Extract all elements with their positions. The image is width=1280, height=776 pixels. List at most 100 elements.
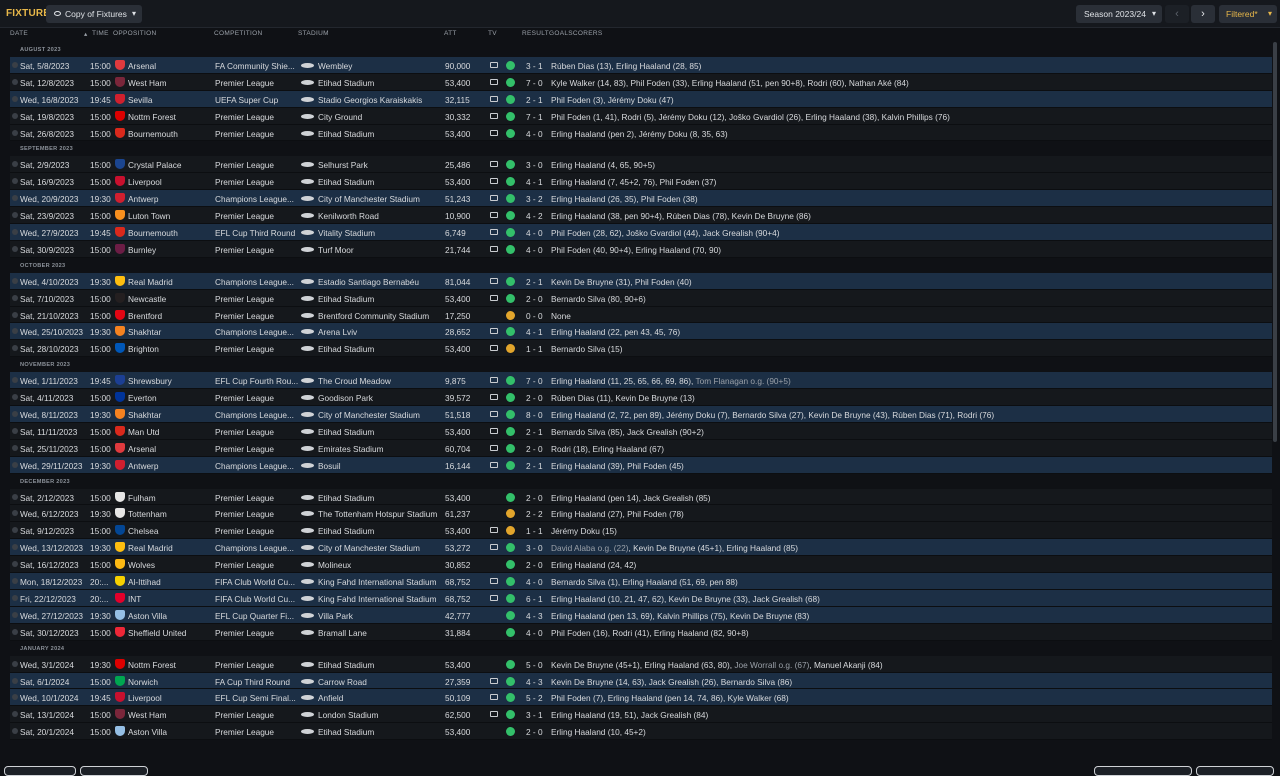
competition-link[interactable]: FIFA Club World Cu... xyxy=(215,594,301,604)
opposition-link[interactable]: Sheffield United xyxy=(128,628,214,638)
competition-link[interactable]: Champions League... xyxy=(215,194,301,204)
opposition-link[interactable]: Antwerp xyxy=(128,461,214,471)
competition-link[interactable]: Premier League xyxy=(215,294,301,304)
competition-link[interactable]: Champions League... xyxy=(215,410,301,420)
table-row[interactable]: Wed, 3/1/2024 19:30 Nottm Forest Premier Le… xyxy=(10,655,1272,673)
row-select-dot[interactable] xyxy=(12,461,18,468)
row-select-dot[interactable] xyxy=(12,660,18,667)
competition-link[interactable]: Premier League xyxy=(215,112,301,122)
competition-link[interactable]: Premier League xyxy=(215,509,301,519)
opposition-link[interactable]: Newcastle xyxy=(128,294,214,304)
table-row[interactable]: Wed, 25/10/2023 19:30 Shakhtar Champions Le… xyxy=(10,323,1272,341)
table-row[interactable]: Fri, 22/12/2023 20:... INT FIFA Club World … xyxy=(10,589,1272,607)
row-select-dot[interactable] xyxy=(12,611,18,618)
opposition-link[interactable]: West Ham xyxy=(128,710,214,720)
stadium-link[interactable]: Kenilworth Road xyxy=(318,211,448,221)
opposition-link[interactable]: Aston Villa xyxy=(128,727,214,737)
table-row[interactable]: Sat, 16/12/2023 15:00 Wolves Premier League… xyxy=(10,556,1272,574)
row-select-dot[interactable] xyxy=(12,129,18,136)
opposition-link[interactable]: Bournemouth xyxy=(128,228,214,238)
competition-link[interactable]: FA Cup Third Round xyxy=(215,677,301,687)
opposition-link[interactable]: Liverpool xyxy=(128,177,214,187)
stadium-link[interactable]: Emirates Stadium xyxy=(318,444,448,454)
table-row[interactable]: Wed, 29/11/2023 19:30 Antwerp Champions Lea… xyxy=(10,456,1272,474)
row-select-dot[interactable] xyxy=(12,493,18,500)
opposition-link[interactable]: Brighton xyxy=(128,344,214,354)
table-row[interactable]: Sat, 16/9/2023 15:00 Liverpool Premier Leag… xyxy=(10,173,1272,191)
table-row[interactable]: Sat, 2/12/2023 15:00 Fulham Premier League E… xyxy=(10,488,1272,506)
competition-link[interactable]: Premier League xyxy=(215,129,301,139)
row-select-dot[interactable] xyxy=(12,377,18,384)
opposition-link[interactable]: Tottenham xyxy=(128,509,214,519)
row-select-dot[interactable] xyxy=(12,345,18,352)
row-select-dot[interactable] xyxy=(12,245,18,252)
bottom-tab-button[interactable] xyxy=(80,766,148,776)
table-row[interactable]: Sat, 20/1/2024 15:00 Aston Villa Premier Le… xyxy=(10,723,1272,741)
table-row[interactable]: Sat, 13/1/2024 15:00 West Ham Premier Leagu… xyxy=(10,706,1272,724)
stadium-link[interactable]: City of Manchester Stadium xyxy=(318,194,448,204)
season-selector-dropdown[interactable]: Season 2023/24 ▾ xyxy=(1076,5,1162,23)
competition-link[interactable]: Premier League xyxy=(215,245,301,255)
stadium-link[interactable]: Carrow Road xyxy=(318,677,448,687)
competition-link[interactable]: Premier League xyxy=(215,211,301,221)
row-select-dot[interactable] xyxy=(12,195,18,202)
competition-link[interactable]: EFL Cup Quarter Fi... xyxy=(215,611,301,621)
table-row[interactable]: Wed, 20/9/2023 19:30 Antwerp Champions Leag… xyxy=(10,190,1272,208)
row-select-dot[interactable] xyxy=(12,311,18,318)
stadium-link[interactable]: Etihad Stadium xyxy=(318,427,448,437)
opposition-link[interactable]: Liverpool xyxy=(128,693,214,703)
row-select-dot[interactable] xyxy=(12,277,18,284)
row-select-dot[interactable] xyxy=(12,62,18,68)
row-select-dot[interactable] xyxy=(12,578,18,585)
table-row[interactable]: Wed, 4/10/2023 19:30 Real Madrid Champions … xyxy=(10,272,1272,290)
bottom-action-button[interactable] xyxy=(1196,766,1274,776)
stadium-link[interactable]: Villa Park xyxy=(318,611,448,621)
row-select-dot[interactable] xyxy=(12,510,18,517)
row-select-dot[interactable] xyxy=(12,112,18,119)
table-row[interactable]: Sat, 2/9/2023 15:00 Crystal Palace Premier … xyxy=(10,156,1272,174)
competition-link[interactable]: Champions League... xyxy=(215,277,301,287)
table-row[interactable]: Sat, 11/11/2023 15:00 Man Utd Premier Leagu… xyxy=(10,422,1272,440)
row-select-dot[interactable] xyxy=(12,411,18,418)
opposition-link[interactable]: INT xyxy=(128,594,214,604)
row-select-dot[interactable] xyxy=(12,95,18,102)
stadium-link[interactable]: Brentford Community Stadium xyxy=(318,311,448,321)
competition-link[interactable]: Champions League... xyxy=(215,327,301,337)
column-header-opposition[interactable]: OPPOSITION xyxy=(113,30,156,37)
filter-button[interactable]: Filtered* ▾ xyxy=(1219,5,1277,23)
column-header-result[interactable]: RESULT xyxy=(522,30,549,37)
stadium-link[interactable]: Etihad Stadium xyxy=(318,526,448,536)
competition-link[interactable]: UEFA Super Cup xyxy=(215,95,301,105)
stadium-link[interactable]: Stadio Georgios Karaiskakis xyxy=(318,95,448,105)
competition-link[interactable]: Premier League xyxy=(215,493,301,503)
opposition-link[interactable]: Sevilla xyxy=(128,95,214,105)
competition-link[interactable]: Premier League xyxy=(215,727,301,737)
table-row[interactable]: Wed, 13/12/2023 19:30 Real Madrid Champions… xyxy=(10,539,1272,557)
competition-link[interactable]: EFL Cup Third Round xyxy=(215,228,301,238)
competition-link[interactable]: Premier League xyxy=(215,526,301,536)
competition-link[interactable]: Premier League xyxy=(215,393,301,403)
opposition-link[interactable]: Real Madrid xyxy=(128,277,214,287)
column-header-time[interactable]: TIME xyxy=(92,30,109,37)
row-select-dot[interactable] xyxy=(12,677,18,684)
competition-link[interactable]: Premier League xyxy=(215,427,301,437)
column-header-tv[interactable]: TV xyxy=(488,30,497,37)
stadium-link[interactable]: London Stadium xyxy=(318,710,448,720)
table-row[interactable]: Sat, 23/9/2023 15:00 Luton Town Premier Lea… xyxy=(10,207,1272,225)
stadium-link[interactable]: Wembley xyxy=(318,61,448,71)
stadium-link[interactable]: The Croud Meadow xyxy=(318,376,448,386)
column-header-goalscorers[interactable]: GOALSCORERS xyxy=(549,30,603,37)
stadium-link[interactable]: Turf Moor xyxy=(318,245,448,255)
competition-link[interactable]: FIFA Club World Cu... xyxy=(215,577,301,587)
table-row[interactable]: Sat, 25/11/2023 15:00 Arsenal Premier Leagu… xyxy=(10,439,1272,457)
opposition-link[interactable]: Shakhtar xyxy=(128,327,214,337)
competition-link[interactable]: Premier League xyxy=(215,177,301,187)
stadium-link[interactable]: Bosuil xyxy=(318,461,448,471)
column-header-stadium[interactable]: STADIUM xyxy=(298,30,329,37)
stadium-link[interactable]: Etihad Stadium xyxy=(318,294,448,304)
stadium-link[interactable]: City of Manchester Stadium xyxy=(318,410,448,420)
opposition-link[interactable]: Antwerp xyxy=(128,194,214,204)
stadium-link[interactable]: Arena Lviv xyxy=(318,327,448,337)
table-row[interactable]: Wed, 8/11/2023 19:30 Shakhtar Champions Lea… xyxy=(10,406,1272,423)
stadium-link[interactable]: City of Manchester Stadium xyxy=(318,543,448,553)
